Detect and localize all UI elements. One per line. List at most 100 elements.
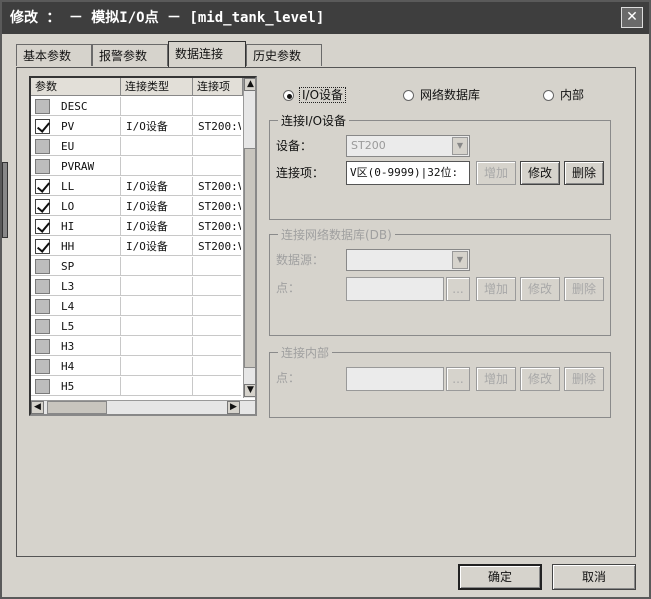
device-label: 设备： xyxy=(276,139,313,153)
vertical-scrollbar[interactable]: ▲ ▼ xyxy=(243,78,255,398)
internal-modify-button[interactable]: 修改 xyxy=(520,367,560,391)
connection-type-cell xyxy=(121,297,193,316)
radio-io-device-dot xyxy=(283,90,294,101)
internal-delete-button[interactable]: 删除 xyxy=(564,367,604,391)
row-checkbox[interactable] xyxy=(35,279,50,294)
radio-network-db[interactable]: 网络数据库 xyxy=(403,86,480,104)
row-checkbox[interactable] xyxy=(35,379,50,394)
table-row[interactable]: PVRAW xyxy=(31,157,241,176)
connection-item-cell xyxy=(193,277,241,296)
io-add-button[interactable]: 增加 xyxy=(476,161,516,185)
tab-basic-params[interactable]: 基本参数 xyxy=(16,44,92,66)
connection-type-cell xyxy=(121,377,193,396)
table-row[interactable]: PVI/O设备 ST200:V区 xyxy=(31,117,241,136)
horizontal-scrollbar[interactable]: ◀ ▶ xyxy=(31,400,255,414)
internal-browse-button[interactable]: ... xyxy=(446,367,470,391)
row-checkbox[interactable] xyxy=(35,159,50,174)
param-cell: H5 xyxy=(57,377,121,396)
net-delete-button[interactable]: 删除 xyxy=(564,277,604,301)
table-row[interactable]: DESC xyxy=(31,97,241,116)
scroll-right-icon[interactable]: ▶ xyxy=(227,401,240,414)
radio-internal[interactable]: 内部 xyxy=(543,86,584,104)
connection-type-cell xyxy=(121,157,193,176)
tab-alarm-params[interactable]: 报警参数 xyxy=(92,44,168,66)
cancel-button[interactable]: 取消 xyxy=(552,564,636,590)
table-row[interactable]: HII/O设备 ST200:V区 xyxy=(31,217,241,236)
column-header-item[interactable]: 连接项 xyxy=(193,78,243,96)
connection-item-cell xyxy=(193,257,241,276)
table-row[interactable]: EU xyxy=(31,137,241,156)
row-checkbox[interactable] xyxy=(35,99,50,114)
data-source-label: 数据源： xyxy=(276,253,325,267)
internal-point-label: 点： xyxy=(276,371,301,385)
table-row[interactable]: H3 xyxy=(31,337,241,356)
connection-item-cell xyxy=(193,377,241,396)
table-row[interactable]: H5 xyxy=(31,377,241,396)
column-header-type[interactable]: 连接类型 xyxy=(121,78,193,96)
close-button[interactable]: ✕ xyxy=(621,7,643,28)
window-title: 修改 ： － 模拟I/O点 － [mid_tank_level] xyxy=(10,10,325,26)
row-checkbox[interactable] xyxy=(35,319,50,334)
table-row[interactable]: SP xyxy=(31,257,241,276)
table-row[interactable]: LLI/O设备 ST200:V区 xyxy=(31,177,241,196)
param-cell: EU xyxy=(57,137,121,156)
net-browse-button[interactable]: ... xyxy=(446,277,470,301)
io-device-group: 连接I/O设备 设备： ST200 ▼ 连接项： V区(0-9999)|32位:… xyxy=(269,112,611,220)
net-add-button[interactable]: 增加 xyxy=(476,277,516,301)
scroll-up-icon[interactable]: ▲ xyxy=(244,78,255,91)
param-cell: H4 xyxy=(57,357,121,376)
scroll-left-icon[interactable]: ◀ xyxy=(31,401,44,414)
param-cell: L3 xyxy=(57,277,121,296)
connect-item-label: 连接项： xyxy=(276,166,325,180)
network-db-group-title: 连接网络数据库(DB) xyxy=(278,226,395,243)
connection-type-cell xyxy=(121,257,193,276)
row-checkbox[interactable] xyxy=(35,179,50,194)
connection-item-cell xyxy=(193,297,241,316)
scroll-down-icon[interactable]: ▼ xyxy=(244,384,255,397)
io-modify-button[interactable]: 修改 xyxy=(520,161,560,185)
row-checkbox[interactable] xyxy=(35,299,50,314)
connection-item-cell: ST200:V区 xyxy=(198,200,241,213)
param-cell: L4 xyxy=(57,297,121,316)
tab-data-connection[interactable]: 数据连接 xyxy=(168,41,246,67)
scroll-thumb[interactable] xyxy=(244,148,255,368)
row-checkbox[interactable] xyxy=(35,359,50,374)
connection-type-cell: I/O设备 xyxy=(121,237,193,256)
connection-item-cell: ST200:V区 xyxy=(198,180,241,193)
row-checkbox[interactable] xyxy=(35,259,50,274)
ok-button[interactable]: 确定 xyxy=(458,564,542,590)
net-modify-button[interactable]: 修改 xyxy=(520,277,560,301)
row-checkbox[interactable] xyxy=(35,219,50,234)
table-row[interactable]: L5 xyxy=(31,317,241,336)
data-source-select[interactable]: ▼ xyxy=(346,249,470,271)
device-select[interactable]: ST200 ▼ xyxy=(346,135,470,157)
param-cell: DESC xyxy=(57,97,121,116)
table-row[interactable]: L3 xyxy=(31,277,241,296)
row-checkbox[interactable] xyxy=(35,239,50,254)
table-row[interactable]: H4 xyxy=(31,357,241,376)
row-checkbox[interactable] xyxy=(35,139,50,154)
column-header-param[interactable]: 参数 xyxy=(31,78,121,96)
connection-item-cell xyxy=(193,157,241,176)
table-row[interactable]: HHI/O设备 ST200:V区 xyxy=(31,237,241,256)
internal-group: 连接内部 点： ... 增加 修改 删除 xyxy=(269,344,611,418)
connection-item-cell xyxy=(193,317,241,336)
connection-type-cell xyxy=(121,317,193,336)
internal-add-button[interactable]: 增加 xyxy=(476,367,516,391)
radio-io-device[interactable]: I/O设备 xyxy=(283,86,347,104)
table-row[interactable]: L4 xyxy=(31,297,241,316)
row-checkbox[interactable] xyxy=(35,119,50,134)
connect-item-field[interactable]: V区(0-9999)|32位: xyxy=(346,161,470,185)
table-row[interactable]: LOI/O设备 ST200:V区 xyxy=(31,197,241,216)
radio-network-db-dot xyxy=(403,90,414,101)
internal-point-field[interactable] xyxy=(346,367,444,391)
title-bar: 修改 ： － 模拟I/O点 － [mid_tank_level] xyxy=(2,2,649,34)
param-grid[interactable]: 参数 连接类型 连接项 DESCPVI/O设备ST200:V区EUPVRAWLL… xyxy=(29,76,257,416)
row-checkbox[interactable] xyxy=(35,339,50,354)
io-delete-button[interactable]: 删除 xyxy=(564,161,604,185)
hscroll-thumb[interactable] xyxy=(47,401,107,414)
net-point-field[interactable] xyxy=(346,277,444,301)
param-cell: SP xyxy=(57,257,121,276)
row-checkbox[interactable] xyxy=(35,199,50,214)
tab-history-params[interactable]: 历史参数 xyxy=(246,44,322,66)
